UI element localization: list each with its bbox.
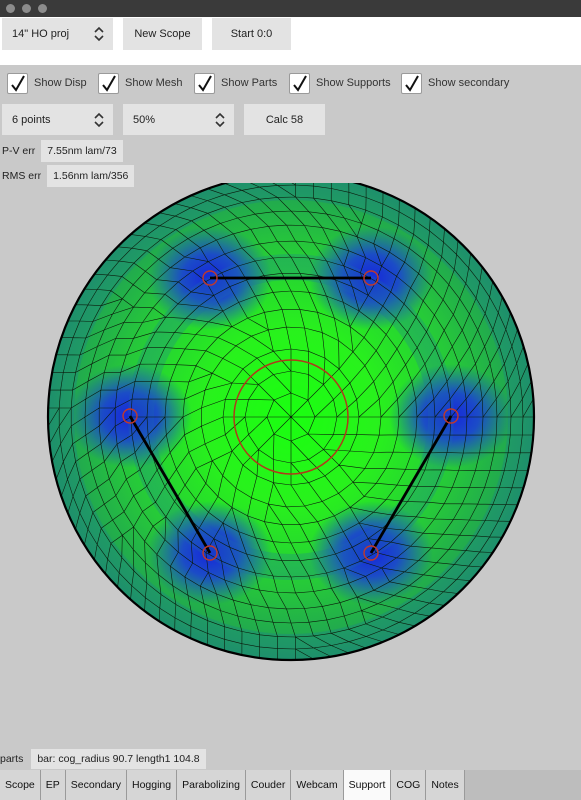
show-mesh-checkbox[interactable]: Show Mesh (98, 72, 182, 94)
percent-select-value: 50% (133, 113, 156, 126)
points-select-value: 6 points (12, 113, 51, 126)
show-parts-label: Show Parts (221, 77, 278, 89)
pv-error-stat: P-V err 7.55nm lam/73 (2, 140, 123, 162)
tab-ep[interactable]: EP (40, 770, 66, 800)
checkbox-box[interactable] (7, 72, 28, 94)
new-scope-label: New Scope (134, 28, 191, 40)
parts-label: parts (0, 753, 24, 765)
stepper-icon (215, 112, 225, 127)
show-supports-label: Show Supports (316, 77, 391, 89)
show-mesh-label: Show Mesh (125, 77, 183, 89)
display-options: Show Disp Show Mesh Show Parts Show Supp… (0, 67, 581, 99)
start-label: Start 0:0 (230, 28, 273, 40)
tab-notes[interactable]: Notes (426, 770, 465, 800)
show-disp-checkbox[interactable]: Show Disp (7, 72, 87, 94)
scope-select-value: 14" HO proj (12, 28, 70, 40)
tab-cog[interactable]: COG (391, 770, 427, 800)
tab-webcam[interactable]: Webcam (291, 770, 344, 800)
tab-bar: Scope EP Secondary Hogging Parabolizing Coude… (0, 770, 581, 800)
zoom-window-button[interactable] (38, 4, 47, 13)
start-button[interactable]: Start 0:0 (212, 18, 291, 50)
parts-value: bar: cog_radius 90.7 length1 104.8 (31, 749, 206, 769)
tab-scope[interactable]: Scope (0, 770, 41, 800)
checkmark-icon (11, 75, 25, 92)
show-parts-checkbox[interactable]: Show Parts (194, 72, 277, 94)
mirror-deformation-plot[interactable] (0, 183, 581, 743)
tab-couder[interactable]: Couder (245, 770, 292, 800)
checkmark-icon (293, 75, 307, 92)
checkbox-box[interactable] (401, 72, 422, 94)
checkmark-icon (198, 75, 212, 92)
calc-controls: 6 points 50% Calc 58 (0, 104, 581, 136)
minimize-window-button[interactable] (22, 4, 31, 13)
checkmark-icon (102, 75, 116, 92)
checkbox-box[interactable] (194, 72, 215, 94)
new-scope-button[interactable]: New Scope (123, 18, 202, 50)
pv-error-value: 7.55nm lam/73 (41, 140, 123, 162)
deformation-map (48, 183, 534, 660)
show-secondary-label: Show secondary (428, 77, 510, 89)
show-disp-label: Show Disp (34, 77, 87, 89)
close-window-button[interactable] (6, 4, 15, 13)
scope-select[interactable]: 14" HO proj (2, 18, 113, 50)
parts-info: parts bar: cog_radius 90.7 length1 104.8 (0, 748, 206, 770)
tab-secondary[interactable]: Secondary (65, 770, 127, 800)
tab-parabolizing[interactable]: Parabolizing (177, 770, 246, 800)
checkbox-box[interactable] (98, 72, 119, 94)
checkbox-box[interactable] (289, 72, 310, 94)
window-titlebar (0, 0, 581, 17)
stepper-icon (94, 112, 104, 127)
points-select[interactable]: 6 points (2, 104, 113, 135)
percent-select[interactable]: 50% (123, 104, 234, 135)
pv-error-label: P-V err (2, 145, 36, 157)
show-supports-checkbox[interactable]: Show Supports (289, 72, 391, 94)
tab-support[interactable]: Support (343, 770, 392, 800)
show-secondary-checkbox[interactable]: Show secondary (401, 72, 509, 94)
checkmark-icon (405, 75, 419, 92)
rms-error-label: RMS err (2, 170, 42, 182)
calc-button[interactable]: Calc 58 (244, 104, 325, 135)
stepper-icon (94, 26, 104, 42)
tab-hogging[interactable]: Hogging (127, 770, 178, 800)
toolbar: 14" HO proj New Scope Start 0:0 (0, 17, 581, 65)
calc-label: Calc 58 (265, 113, 304, 126)
